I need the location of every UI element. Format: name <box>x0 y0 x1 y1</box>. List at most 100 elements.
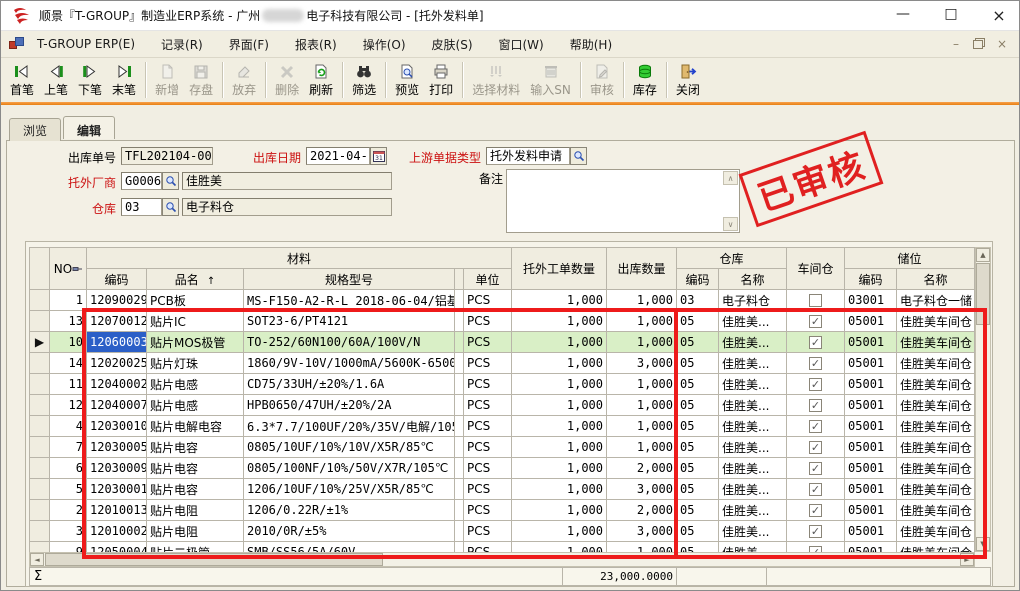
cell-nar[interactable] <box>455 395 464 416</box>
warehouse-code-field[interactable]: 03 <box>121 198 162 216</box>
cell-name[interactable]: 贴片电阻 <box>147 521 244 542</box>
toolbar-refresh-button[interactable]: 刷新 <box>304 59 338 101</box>
cell-nar[interactable] <box>455 437 464 458</box>
row-indicator[interactable] <box>30 395 50 416</box>
cell-loc_name[interactable]: 佳胜美车间仓 <box>897 521 975 542</box>
cell-loc_code[interactable]: 03001 <box>845 290 897 311</box>
cell-loc_name[interactable]: 佳胜美车间仓 <box>897 353 975 374</box>
cell-loc_name[interactable]: 佳胜美车间仓 <box>897 416 975 437</box>
cell-name[interactable]: 贴片灯珠 <box>147 353 244 374</box>
cell-wh_code[interactable]: 05 <box>677 458 719 479</box>
cell-loc_code[interactable]: 05001 <box>845 542 897 553</box>
menu-interface[interactable]: 界面(F) <box>229 36 269 53</box>
menu-record[interactable]: 记录(R) <box>161 36 203 53</box>
cell-loc_code[interactable]: 05001 <box>845 500 897 521</box>
cell-wh_name[interactable]: 电子料仓 <box>719 290 787 311</box>
cell-no[interactable]: 6 <box>50 458 87 479</box>
col-out-qty-header[interactable]: 出库数量 <box>607 248 677 290</box>
cell-out_qty[interactable]: 1,000 <box>607 395 677 416</box>
toolbar-close-door-button[interactable]: 关闭 <box>671 59 705 101</box>
cell-unit[interactable]: PCS <box>464 311 512 332</box>
toolbar-nav-prev-button[interactable]: 上笔 <box>39 59 73 101</box>
cell-spec[interactable]: SMB/SS56/5A/60V <box>244 542 455 553</box>
tab-edit[interactable]: 编辑 <box>63 116 115 139</box>
cell-loc_code[interactable]: 05001 <box>845 353 897 374</box>
cell-unit[interactable]: PCS <box>464 479 512 500</box>
col-order-qty-header[interactable]: 托外工单数量 <box>512 248 607 290</box>
menu-tgroup-erp[interactable]: T-GROUP ERP(E) <box>37 37 135 51</box>
cell-code[interactable]: 12060003 <box>87 332 147 353</box>
cell-code[interactable]: 12070012 <box>87 311 147 332</box>
cell-nar[interactable] <box>455 290 464 311</box>
cell-order_qty[interactable]: 1,000 <box>512 416 607 437</box>
scroll-up-icon[interactable]: ▲ <box>976 248 990 262</box>
mdi-minimize-button[interactable]: – <box>953 37 959 51</box>
cell-wh_code[interactable]: 05 <box>677 521 719 542</box>
cell-unit[interactable]: PCS <box>464 395 512 416</box>
cell-loc_name[interactable]: 电子料仓一储 <box>897 290 975 311</box>
cell-workshop[interactable]: ✓ <box>787 521 845 542</box>
cell-name[interactable]: 贴片MOS极管 <box>147 332 244 353</box>
cell-code[interactable]: 12050004 <box>87 542 147 553</box>
cell-wh_code[interactable]: 05 <box>677 395 719 416</box>
cell-code[interactable]: 12030010 <box>87 416 147 437</box>
cell-spec[interactable]: SOT23-6/PT4121 <box>244 311 455 332</box>
cell-nar[interactable] <box>455 500 464 521</box>
cell-wh_name[interactable]: 佳胜美... <box>719 332 787 353</box>
cell-unit[interactable]: PCS <box>464 332 512 353</box>
cell-no[interactable]: 2 <box>50 500 87 521</box>
cell-name[interactable]: 贴片二极管 <box>147 542 244 553</box>
cell-workshop[interactable]: ✓ <box>787 353 845 374</box>
row-indicator[interactable] <box>30 416 50 437</box>
mdi-close-button[interactable]: × <box>997 37 1007 51</box>
cell-nar[interactable] <box>455 479 464 500</box>
cell-spec[interactable]: 0805/10UF/10%/10V/X5R/85℃ <box>244 437 455 458</box>
cell-wh_code[interactable]: 05 <box>677 479 719 500</box>
cell-unit[interactable]: PCS <box>464 437 512 458</box>
cell-name[interactable]: 贴片电阻 <box>147 500 244 521</box>
cell-wh_code[interactable]: 05 <box>677 416 719 437</box>
toolbar-printer-button[interactable]: 打印 <box>424 59 458 101</box>
cell-no[interactable]: 3 <box>50 521 87 542</box>
cell-order_qty[interactable]: 1,000 <box>512 353 607 374</box>
cell-unit[interactable]: PCS <box>464 374 512 395</box>
cell-workshop[interactable]: ✓ <box>787 374 845 395</box>
row-indicator[interactable] <box>30 542 50 553</box>
toolbar-binoculars-button[interactable]: 筛选 <box>347 59 381 101</box>
cell-workshop[interactable]: ✓ <box>787 479 845 500</box>
row-indicator[interactable] <box>30 290 50 311</box>
menu-help[interactable]: 帮助(H) <box>570 36 612 53</box>
cell-name[interactable]: 贴片电感 <box>147 374 244 395</box>
order-no-field[interactable]: TFL202104-0022 <box>121 147 213 165</box>
cell-code[interactable]: 12030001 <box>87 479 147 500</box>
cell-nar[interactable] <box>455 332 464 353</box>
cell-wh_code[interactable]: 05 <box>677 332 719 353</box>
cell-wh_code[interactable]: 05 <box>677 311 719 332</box>
row-indicator[interactable]: ▶ <box>30 332 50 353</box>
row-indicator[interactable] <box>30 458 50 479</box>
cell-wh_name[interactable]: 佳胜美... <box>719 374 787 395</box>
cell-workshop[interactable]: ✓ <box>787 542 845 553</box>
cell-unit[interactable]: PCS <box>464 290 512 311</box>
calendar-button[interactable]: 31 <box>370 147 387 165</box>
cell-spec[interactable]: TO-252/60N100/60A/100V/N <box>244 332 455 353</box>
cell-code[interactable]: 12020025 <box>87 353 147 374</box>
tab-browse[interactable]: 浏览 <box>9 118 61 141</box>
cell-loc_code[interactable]: 05001 <box>845 521 897 542</box>
cell-no[interactable]: 11 <box>50 374 87 395</box>
cell-loc_code[interactable]: 05001 <box>845 311 897 332</box>
out-date-field[interactable]: 2021-04-15 <box>306 147 370 165</box>
cell-out_qty[interactable]: 2,000 <box>607 458 677 479</box>
scroll-left-icon[interactable]: ◄ <box>30 553 44 566</box>
cell-spec[interactable]: 0805/100NF/10%/50V/X7R/105℃ <box>244 458 455 479</box>
col-clipped-header[interactable] <box>455 269 464 290</box>
cell-wh_name[interactable]: 佳胜美... <box>719 353 787 374</box>
cell-loc_name[interactable]: 佳胜美车间仓 <box>897 479 975 500</box>
horizontal-scroll-thumb[interactable] <box>45 553 383 566</box>
cell-loc_name[interactable]: 佳胜美车间仓 <box>897 332 975 353</box>
menu-window[interactable]: 窗口(W) <box>499 36 544 53</box>
col-no-header[interactable]: NO <box>50 248 87 290</box>
grid-vertical-scrollbar[interactable]: ▲ ▼ <box>975 247 991 552</box>
cell-spec[interactable]: 6.3*7.7/100UF/20%/35V/电解/105℃ <box>244 416 455 437</box>
workshop-checkbox[interactable]: ✓ <box>809 504 822 517</box>
